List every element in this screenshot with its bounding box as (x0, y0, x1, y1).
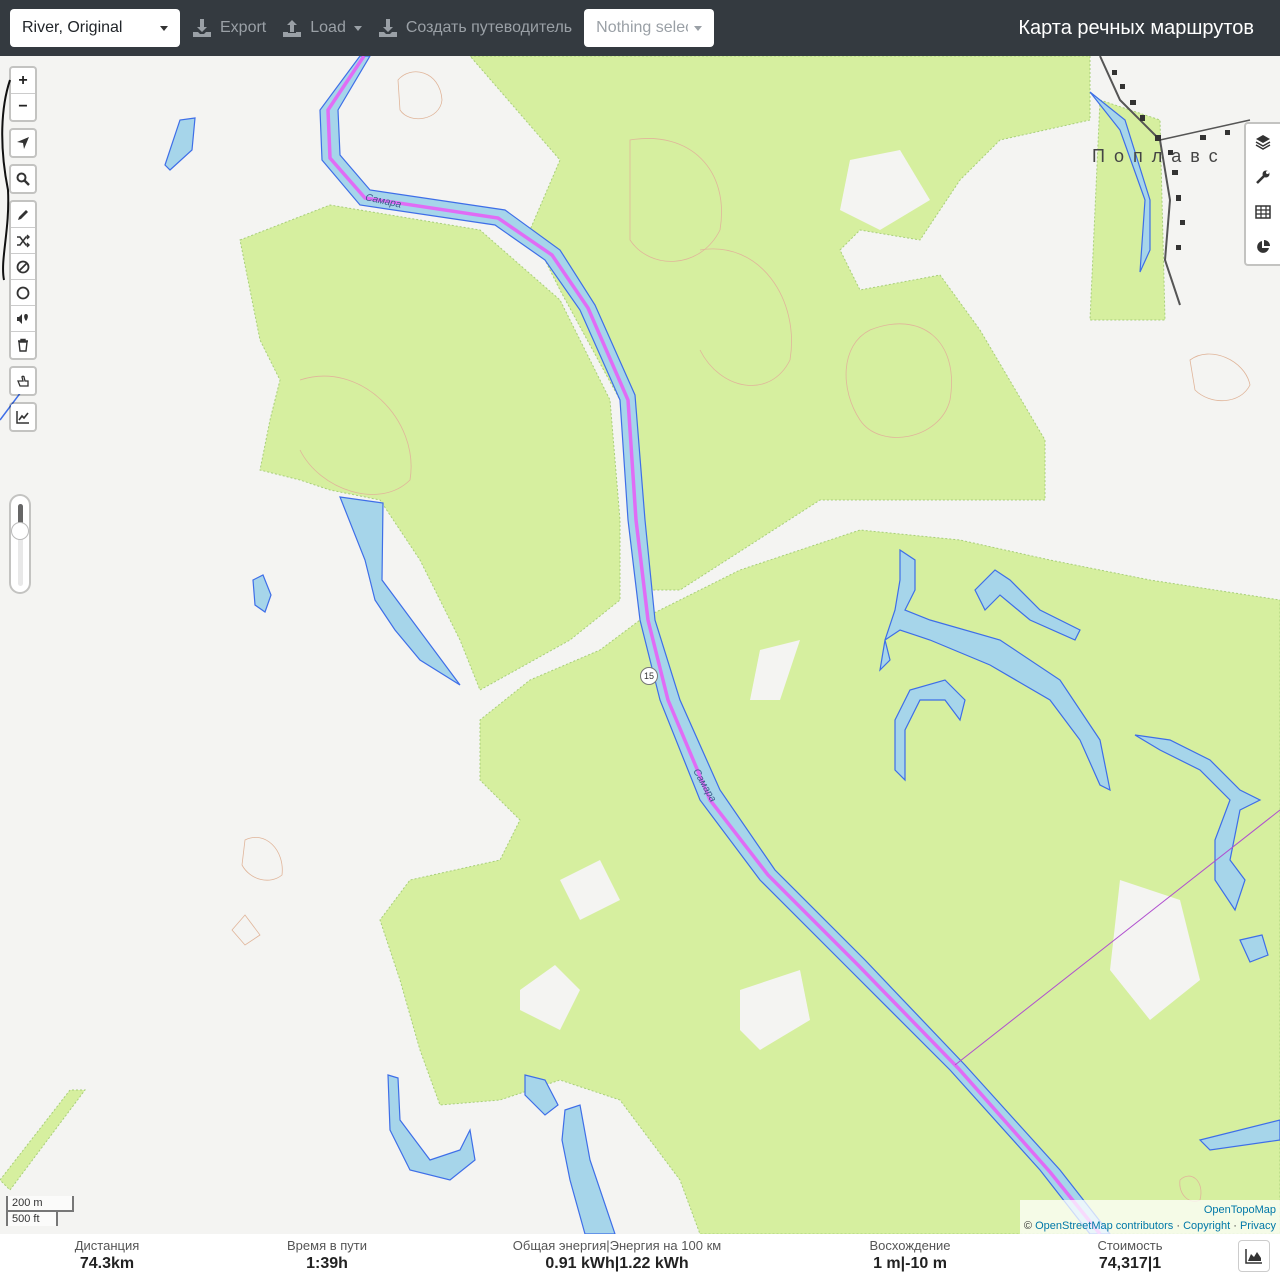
stat-energy: Общая энергия|Энергия на 100 км 0.91 kWh… (492, 1238, 742, 1273)
area-chart-icon (1245, 1249, 1262, 1264)
right-sidebar-tabs (1244, 122, 1280, 266)
app-title: Карта речных маршрутов (1018, 16, 1254, 39)
elevation-control (9, 402, 37, 432)
separator: · (1233, 1220, 1237, 1232)
download-icon (378, 19, 397, 37)
stat-value: 1:39 (306, 1255, 339, 1272)
pin-audio-icon (17, 313, 28, 324)
top-navbar: River, Original Export Load Создать путе… (0, 0, 1280, 56)
layers-icon (1255, 134, 1271, 150)
download-icon (193, 19, 211, 37)
chevron-down-icon (353, 25, 362, 31)
analysis-button[interactable] (1246, 229, 1280, 264)
stat-label: Стоимость (1097, 1238, 1163, 1253)
stat-value: 1 m|-10 m (873, 1255, 947, 1272)
search-control (9, 164, 37, 194)
elevation-button[interactable] (11, 404, 35, 430)
locate-button[interactable] (11, 130, 35, 156)
copyright-link[interactable]: Copyright (1183, 1220, 1230, 1232)
shuffle-button[interactable] (11, 228, 35, 254)
export-button[interactable]: Export (188, 9, 270, 47)
stat-ascent: Восхождение 1 m|-10 m (845, 1238, 975, 1273)
stat-label: Восхождение (869, 1238, 951, 1253)
create-guide-label: Создать путеводитель (405, 19, 573, 36)
upload-icon (283, 20, 302, 37)
chart-line-icon (16, 411, 29, 424)
map-scale: 200 m 500 ft (6, 1196, 74, 1226)
privacy-link[interactable]: Privacy (1240, 1220, 1276, 1232)
circle-button[interactable] (11, 280, 35, 306)
chevron-down-icon (694, 25, 703, 31)
scale-imperial: 500 ft (6, 1210, 58, 1226)
scale-metric: 200 m (6, 1196, 74, 1212)
draw-toolbar (9, 200, 37, 360)
stat-label: Время в пути (287, 1238, 367, 1253)
stat-time: Время в пути 1:39h (262, 1238, 392, 1273)
delete-route-button[interactable] (11, 332, 35, 358)
copyright-symbol: © (1023, 1220, 1033, 1232)
no-go-area-button[interactable] (11, 254, 35, 280)
osm-contributors-link[interactable]: OpenStreetMap contributors (1035, 1220, 1173, 1232)
zoom-control: + − (9, 66, 37, 122)
pointer-button[interactable] (11, 368, 35, 394)
opacity-slider[interactable] (9, 494, 31, 594)
chevron-down-icon (160, 25, 168, 31)
profile-select-value: River, Original (22, 19, 123, 36)
no-entry-icon (16, 260, 30, 273)
pencil-icon (18, 209, 28, 220)
separator: · (1176, 1220, 1180, 1232)
zoom-in-button[interactable]: + (11, 68, 35, 94)
stat-label: Общая энергия|Энергия на 100 км (512, 1238, 722, 1253)
map-attribution: OpenTopoMap © OpenStreetMap contributors… (1019, 1200, 1280, 1234)
route-shield: 15 (640, 667, 658, 685)
stat-distance: Дистанция 74.3km (52, 1238, 162, 1273)
map-canvas[interactable]: Поплавс Самара Самара 15 + − 200 m 500 f… (0, 56, 1280, 1234)
locate-control (9, 128, 37, 158)
search-icon (16, 172, 30, 186)
stat-value: 74.3 (79, 1255, 111, 1272)
hand-pointer-icon (17, 375, 29, 387)
pie-chart-icon (1257, 239, 1270, 253)
zoom-out-button[interactable]: − (11, 94, 35, 120)
data-table-button[interactable] (1246, 194, 1280, 229)
route-stats-bar: Дистанция 74.3km Время в пути 1:39h Обща… (0, 1234, 1280, 1280)
profile-select[interactable]: River, Original (10, 9, 180, 47)
settings-button[interactable] (1246, 159, 1280, 194)
selection-dropdown[interactable]: Nothing selected (584, 9, 715, 47)
load-button[interactable]: Load (278, 9, 366, 47)
pin-audio-button[interactable] (11, 306, 35, 332)
opentopomap-link[interactable]: OpenTopoMap (1204, 1204, 1276, 1216)
trash-icon (18, 338, 28, 352)
map-tiles (0, 56, 1280, 1234)
draw-route-button[interactable] (11, 202, 35, 228)
shuffle-icon (17, 234, 30, 247)
selection-placeholder: Nothing selected (596, 19, 688, 36)
pointer-control (9, 366, 37, 396)
stat-value: 74,317|1 (1098, 1255, 1162, 1272)
search-button[interactable] (11, 166, 35, 192)
load-label: Load (310, 19, 346, 36)
slider-handle[interactable] (11, 522, 29, 540)
circle-icon (16, 286, 30, 299)
stat-label: Дистанция (74, 1238, 140, 1253)
table-icon (1255, 204, 1271, 219)
stat-unit: km (111, 1255, 135, 1272)
layers-button[interactable] (1246, 124, 1280, 159)
wrench-icon (1256, 170, 1270, 184)
stat-value: 0.91 kWh|1.22 kWh (545, 1255, 689, 1272)
stat-unit: h (338, 1255, 348, 1272)
create-guide-button[interactable]: Создать путеводитель (374, 9, 576, 47)
stat-cost: Стоимость 74,317|1 (1075, 1238, 1185, 1273)
export-label: Export (220, 19, 267, 36)
elevation-chart-button[interactable] (1238, 1240, 1270, 1272)
locate-icon (17, 137, 29, 149)
place-label: Поплавс (1092, 146, 1227, 166)
